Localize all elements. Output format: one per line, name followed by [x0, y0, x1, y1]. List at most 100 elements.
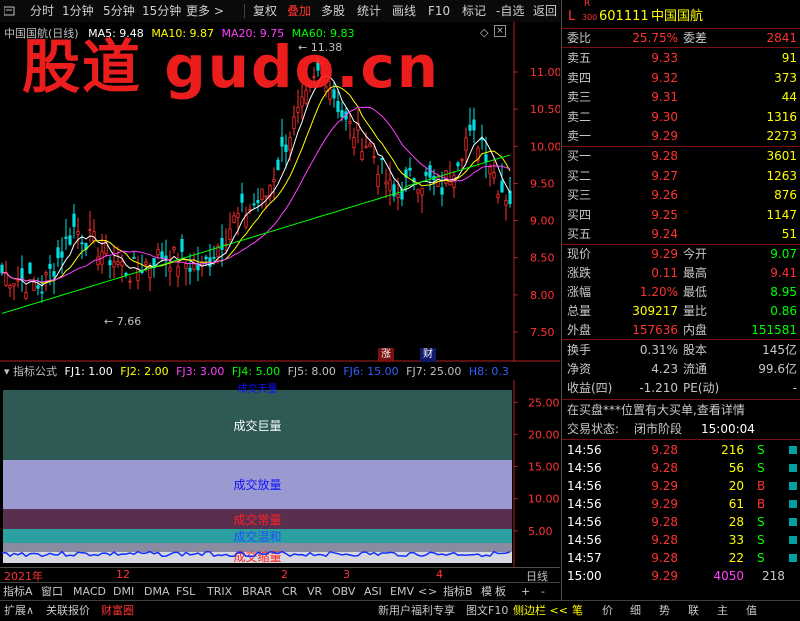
diamond-icon[interactable]: ◇ [480, 26, 488, 39]
quote-panel: L R 300 601111 中国国航 委比 25.75% 委差 2841 在买… [561, 0, 800, 600]
tab-prev[interactable]: < [418, 584, 427, 600]
tab-emv[interactable]: EMV [390, 584, 414, 600]
ask-row-1[interactable]: 卖一 9.29 2273 [562, 127, 800, 145]
tab-1min[interactable]: 1分钟 [62, 3, 94, 19]
fundamental-label: 流通 [683, 362, 708, 376]
candle-body [460, 158, 464, 161]
bid-row-2-volume: 1263 [766, 168, 797, 183]
tab-more[interactable]: 更多 > [186, 3, 224, 19]
candle-body [160, 251, 164, 259]
tab-wealth-circle[interactable]: 财富圈 [101, 603, 134, 619]
finance-badge[interactable]: 财 [420, 348, 436, 362]
kline-chart[interactable]: 11.00 10.50 10.00 9.50 9.00 8.50 8.00 7.50 中国国航… [0, 22, 560, 362]
stat-value: 157636 [632, 323, 678, 337]
tab-new-user-welfare[interactable]: 新用户福利专享 [378, 603, 455, 619]
tab-main[interactable]: 主 [717, 603, 728, 619]
ask-row-2[interactable]: 卖二 9.30 1316 [562, 108, 800, 126]
candle-body [484, 154, 488, 163]
tab-dmi[interactable]: DMI [113, 584, 134, 600]
tab-detail[interactable]: 细 [630, 603, 641, 619]
tab-board[interactable]: 板 [495, 584, 506, 600]
tab-price[interactable]: 价 [602, 603, 613, 619]
fuquan-button[interactable]: 复权 [253, 3, 277, 19]
toolbar-icon[interactable] [3, 5, 16, 17]
tab-value[interactable]: 值 [746, 603, 757, 619]
ask-row-4[interactable]: 卖四 9.32 373 [562, 69, 800, 87]
tab-asi[interactable]: ASI [364, 584, 382, 600]
ask-row-3[interactable]: 卖三 9.31 44 [562, 88, 800, 106]
bid-row-4[interactable]: 买四 9.25 1147 [562, 206, 800, 224]
tick-price: 9.28 [651, 551, 678, 565]
candle-body [32, 281, 36, 291]
tab-trend[interactable]: 势 [659, 603, 670, 619]
ask-row-1-volume: 2273 [766, 129, 797, 143]
tab-next[interactable]: > [428, 584, 437, 600]
tab-brar[interactable]: BRAR [242, 584, 272, 600]
tick-price: 9.28 [651, 533, 678, 547]
candle-body [228, 228, 232, 241]
tick-side: B [757, 497, 766, 511]
tab-5min[interactable]: 5分钟 [103, 3, 135, 19]
tab-fsl[interactable]: FSL [176, 584, 195, 600]
tab-linked[interactable]: 联 [688, 603, 699, 619]
add-favorite-button[interactable]: -自选 [496, 3, 524, 19]
tab-cr[interactable]: CR [282, 584, 297, 600]
candle-body [108, 260, 112, 266]
mark-button[interactable]: 标记 [462, 3, 486, 19]
ask-row-1-price: 9.29 [651, 129, 678, 143]
bid-row-3[interactable]: 买三 9.26 876 [562, 186, 800, 204]
tab-trades[interactable]: 笔 [572, 603, 583, 619]
bid-row-2[interactable]: 买二 9.27 1263 [562, 167, 800, 185]
tab-timeshare[interactable]: 分时 [30, 3, 54, 19]
tab-window[interactable]: 窗口 [41, 584, 63, 600]
multi-stock-button[interactable]: 多股 [321, 3, 345, 19]
draw-line-button[interactable]: 画线 [392, 3, 416, 19]
tick-volume: 4050 [713, 569, 744, 583]
notice-row[interactable]: 在买盘***位置有大买单,查看详情 [562, 401, 800, 419]
fundamental-value: - [792, 381, 797, 395]
close-icon[interactable]: × [494, 25, 506, 37]
stats-button[interactable]: 统计 [357, 3, 381, 19]
overlay-button[interactable]: 叠加 [287, 3, 311, 19]
candle-body [144, 261, 148, 265]
bid-row-4-price: 9.25 [651, 207, 678, 222]
tab-sidebar[interactable]: 侧边栏 << [513, 603, 568, 619]
notice-text[interactable]: 在买盘***位置有大买单,查看详情 [567, 401, 745, 419]
tick-volume: 216 [721, 443, 744, 457]
fundamental-row: 净资 4.23 流通 99.6亿 [562, 360, 800, 378]
bid-row-1[interactable]: 买一 9.28 3601 [562, 147, 800, 165]
candle-body [508, 190, 512, 204]
rise-badge[interactable]: 涨 [378, 348, 394, 362]
zoom-out-button[interactable]: - [541, 584, 545, 600]
candle-body [248, 208, 252, 211]
tab-obv[interactable]: OBV [332, 584, 355, 600]
candle-body [36, 285, 40, 289]
bid-row-5[interactable]: 买五 9.24 51 [562, 225, 800, 243]
candle-body [240, 193, 244, 203]
ask-row-3-price: 9.31 [651, 90, 678, 104]
tab-indicator-a[interactable]: 指标A [3, 584, 33, 600]
tab-vr[interactable]: VR [307, 584, 322, 600]
candle-body [252, 203, 256, 206]
ask-row-5[interactable]: 卖五 9.33 91 [562, 49, 800, 67]
back-button[interactable]: 返回 [533, 3, 557, 19]
zoom-in-button[interactable]: + [521, 584, 530, 600]
f10-button[interactable]: F10 [428, 3, 450, 19]
tab-f10-graphic[interactable]: 图文F10 [466, 603, 508, 619]
tab-template[interactable]: 模 [481, 584, 492, 600]
tick-marker-icon [789, 482, 797, 490]
tab-expand[interactable]: 扩展∧ [4, 603, 34, 619]
tab-dma[interactable]: DMA [144, 584, 170, 600]
indicator-tick-label: 10.00 [528, 493, 560, 506]
tab-related-quote[interactable]: 关联报价 [46, 603, 90, 619]
tab-15min[interactable]: 15分钟 [142, 3, 181, 19]
tab-macd[interactable]: MACD [73, 584, 106, 600]
candle-body [372, 156, 376, 159]
ask-row-4-price: 9.32 [651, 70, 678, 85]
tab-indicator-b[interactable]: 指标B [443, 584, 473, 600]
indicator-panel[interactable]: ▾ 指标公式 FJ1: 1.00 FJ2: 2.00 FJ3: 3.00 FJ4… [0, 362, 560, 567]
ask-row-3-label: 卖三 [567, 90, 592, 104]
tab-trix[interactable]: TRIX [207, 584, 232, 600]
tick-price: 9.28 [651, 443, 678, 457]
candle-body [8, 285, 12, 289]
